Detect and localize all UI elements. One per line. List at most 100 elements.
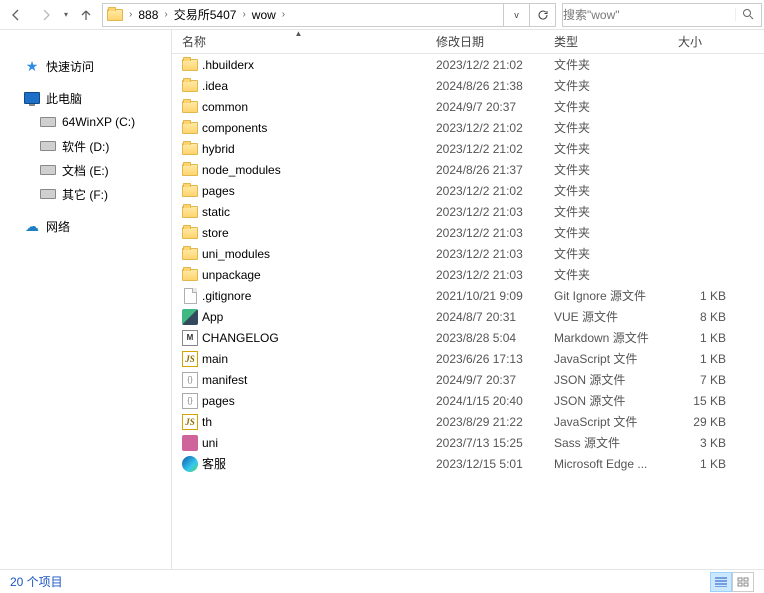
- network[interactable]: ☁ 网络: [0, 214, 171, 238]
- sidebar-item-label: 软件 (D:): [62, 138, 109, 155]
- file-type: Microsoft Edge ...: [544, 457, 668, 471]
- file-type: 文件夹: [544, 140, 668, 157]
- file-date: 2023/12/2 21:02: [426, 121, 544, 135]
- file-name: CHANGELOG: [202, 331, 279, 345]
- sidebar-drive[interactable]: 软件 (D:): [0, 134, 171, 158]
- forward-button[interactable]: [32, 1, 60, 29]
- history-dropdown-icon[interactable]: ▾: [62, 10, 70, 19]
- file-type: Git Ignore 源文件: [544, 287, 668, 304]
- drive-icon: [40, 162, 56, 178]
- file-row[interactable]: {}pages2024/1/15 20:40JSON 源文件15 KB: [172, 390, 764, 411]
- file-type-icon: [182, 267, 198, 283]
- refresh-icon[interactable]: [529, 4, 555, 26]
- sidebar-drive[interactable]: 64WinXP (C:): [0, 110, 171, 134]
- back-button[interactable]: [2, 1, 30, 29]
- file-type: VUE 源文件: [544, 308, 668, 325]
- file-row[interactable]: hybrid 2023/12/2 21:02文件夹: [172, 138, 764, 159]
- file-date: 2023/7/13 15:25: [426, 436, 544, 450]
- file-row[interactable]: JSth2023/8/29 21:22JavaScript 文件29 KB: [172, 411, 764, 432]
- file-name: uni_modules: [202, 247, 270, 261]
- search-input[interactable]: [563, 8, 735, 22]
- column-header-type[interactable]: 类型: [544, 30, 668, 53]
- this-pc[interactable]: 此电脑: [0, 86, 171, 110]
- sidebar-item-label: 64WinXP (C:): [62, 115, 135, 129]
- chevron-right-icon[interactable]: ›: [127, 9, 134, 20]
- file-row[interactable]: uni2023/7/13 15:25Sass 源文件3 KB: [172, 432, 764, 453]
- file-name: common: [202, 100, 248, 114]
- file-type-icon: [182, 288, 198, 304]
- file-type-icon: [182, 456, 198, 472]
- file-row[interactable]: static2023/12/2 21:03文件夹: [172, 201, 764, 222]
- file-name: pages: [202, 184, 235, 198]
- file-type: 文件夹: [544, 161, 668, 178]
- file-name: static: [202, 205, 230, 219]
- file-name: .idea: [202, 79, 228, 93]
- file-row[interactable]: common2024/9/7 20:37文件夹: [172, 96, 764, 117]
- column-headers: 名称 ▲ 修改日期 类型 大小: [172, 30, 764, 54]
- file-type-icon: {}: [182, 372, 198, 388]
- file-date: 2023/6/26 17:13: [426, 352, 544, 366]
- sidebar-item-label: 此电脑: [46, 90, 82, 107]
- file-date: 2023/12/2 21:03: [426, 247, 544, 261]
- file-size: 15 KB: [668, 394, 738, 408]
- file-row[interactable]: .gitignore2021/10/21 9:09Git Ignore 源文件1…: [172, 285, 764, 306]
- file-row[interactable]: components2023/12/2 21:02文件夹: [172, 117, 764, 138]
- file-list: .hbuilderx2023/12/2 21:02文件夹.idea2024/8/…: [172, 54, 764, 569]
- file-size: 3 KB: [668, 436, 738, 450]
- file-type: JavaScript 文件: [544, 350, 668, 367]
- breadcrumb[interactable]: 交易所5407: [170, 4, 241, 26]
- sidebar-drive[interactable]: 其它 (F:): [0, 182, 171, 206]
- address-bar[interactable]: › 888 › 交易所5407 › wow › v: [102, 3, 556, 27]
- sidebar-drive[interactable]: 文档 (E:): [0, 158, 171, 182]
- file-list-pane: 名称 ▲ 修改日期 类型 大小 .hbuilderx2023/12/2 21:0…: [172, 30, 764, 569]
- breadcrumb[interactable]: wow: [248, 4, 280, 26]
- quick-access[interactable]: ★ 快速访问: [0, 54, 171, 78]
- dropdown-icon[interactable]: v: [503, 4, 529, 26]
- chevron-right-icon[interactable]: ›: [280, 9, 287, 20]
- chevron-right-icon[interactable]: ›: [162, 9, 169, 20]
- file-type: Markdown 源文件: [544, 329, 668, 346]
- column-label: 类型: [554, 33, 578, 50]
- file-row[interactable]: {}manifest2024/9/7 20:37JSON 源文件7 KB: [172, 369, 764, 390]
- file-type: 文件夹: [544, 266, 668, 283]
- file-row[interactable]: .hbuilderx2023/12/2 21:02文件夹: [172, 54, 764, 75]
- file-row[interactable]: store2023/12/2 21:03文件夹: [172, 222, 764, 243]
- file-date: 2023/12/2 21:02: [426, 142, 544, 156]
- sidebar-item-label: 其它 (F:): [62, 186, 108, 203]
- file-name: 客服: [202, 455, 226, 472]
- file-name: pages: [202, 394, 235, 408]
- large-icons-view-button[interactable]: [732, 572, 754, 592]
- up-button[interactable]: [72, 1, 100, 29]
- sidebar-item-label: 网络: [46, 218, 70, 235]
- file-row[interactable]: node_modules2024/8/26 21:37文件夹: [172, 159, 764, 180]
- details-view-button[interactable]: [710, 572, 732, 592]
- file-row[interactable]: App2024/8/7 20:31VUE 源文件8 KB: [172, 306, 764, 327]
- search-box[interactable]: [562, 3, 762, 27]
- file-type-icon: [182, 183, 198, 199]
- column-header-date[interactable]: 修改日期: [426, 30, 544, 53]
- file-type-icon: JS: [182, 414, 198, 430]
- file-row[interactable]: uni_modules2023/12/2 21:03文件夹: [172, 243, 764, 264]
- drive-icon: [40, 114, 56, 130]
- file-row[interactable]: MCHANGELOG2023/8/28 5:04Markdown 源文件1 KB: [172, 327, 764, 348]
- file-date: 2024/8/7 20:31: [426, 310, 544, 324]
- search-icon[interactable]: [735, 8, 761, 21]
- column-header-size[interactable]: 大小: [668, 30, 738, 53]
- file-type: 文件夹: [544, 182, 668, 199]
- file-type: JavaScript 文件: [544, 413, 668, 430]
- breadcrumb[interactable]: 888: [134, 4, 162, 26]
- file-type: JSON 源文件: [544, 392, 668, 409]
- nav-pane: ★ 快速访问 此电脑 64WinXP (C:) 软件 (D:) 文档 (E:) 其它 …: [0, 30, 172, 569]
- pc-icon: [24, 90, 40, 106]
- file-date: 2023/8/29 21:22: [426, 415, 544, 429]
- file-row[interactable]: JSmain2023/6/26 17:13JavaScript 文件1 KB: [172, 348, 764, 369]
- file-row[interactable]: unpackage2023/12/2 21:03文件夹: [172, 264, 764, 285]
- column-header-name[interactable]: 名称 ▲: [172, 30, 426, 53]
- file-row[interactable]: pages2023/12/2 21:02文件夹: [172, 180, 764, 201]
- body: ★ 快速访问 此电脑 64WinXP (C:) 软件 (D:) 文档 (E:) 其它 …: [0, 30, 764, 569]
- file-row[interactable]: .idea2024/8/26 21:38文件夹: [172, 75, 764, 96]
- file-name: hybrid: [202, 142, 235, 156]
- file-name: store: [202, 226, 229, 240]
- file-row[interactable]: 客服2023/12/15 5:01Microsoft Edge ...1 KB: [172, 453, 764, 474]
- chevron-right-icon[interactable]: ›: [240, 9, 247, 20]
